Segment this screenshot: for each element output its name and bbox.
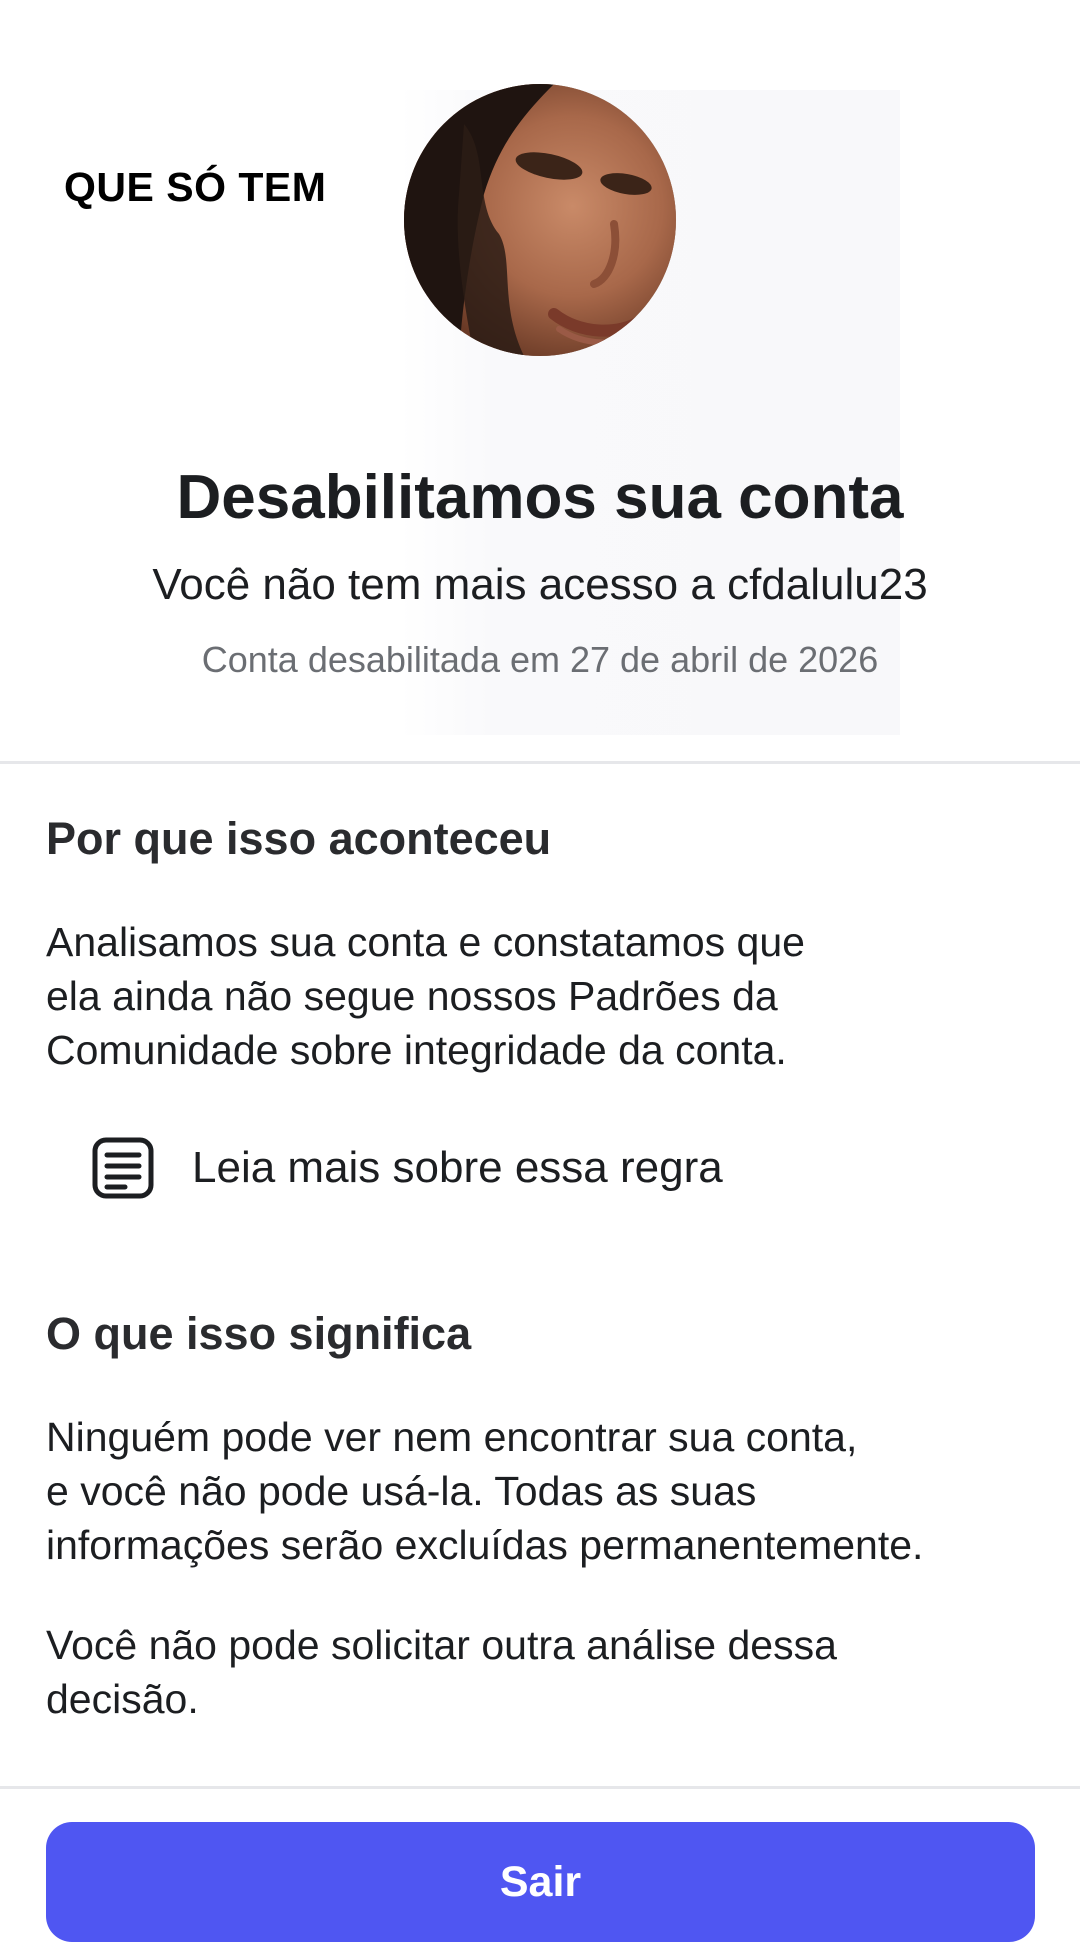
avatar [404,84,676,356]
review-notice-line: Você não pode solicitar outra análise de… [46,1622,837,1668]
disabled-date: Conta desabilitada em 27 de abril de 202… [201,639,879,680]
why-explanation-line: ela ainda não segue nossos Padrões da [46,973,778,1019]
account-status-header: QUE SÓ TEM Desabilitamos sua conta Você … [0,0,1080,760]
meaning-explanation-line: e você não pode usá-la. Todas as suas [46,1468,757,1514]
meaning-explanation-line: Ninguém pode ver nem encontrar sua conta… [46,1414,858,1460]
why-explanation-line: Comunidade sobre integridade da conta. [46,1027,787,1073]
why-explanation-line: Analisamos sua conta e constatamos que [46,919,805,965]
why-heading: Por que isso aconteceu [46,813,552,864]
read-more-rule-label[interactable]: Leia mais sobre essa regra [192,1143,723,1193]
read-more-rule-link[interactable]: Leia mais sobre essa regra [90,1132,723,1204]
page-title: Desabilitamos sua conta [176,463,904,532]
meaning-heading: O que isso significa [46,1308,472,1359]
review-notice-line: decisão. [46,1676,199,1722]
meaning-explanation-line: informações serão excluídas permanenteme… [46,1522,924,1568]
review-notice: Você não pode solicitar outra análise de… [46,1618,1056,1726]
meaning-explanation: Ninguém pode ver nem encontrar sua conta… [46,1410,1056,1572]
footer-divider [0,1786,1080,1789]
overlay-caption: QUE SÓ TEM [64,164,327,210]
document-icon [90,1135,156,1201]
why-explanation: Analisamos sua conta e constatamos que e… [46,915,1056,1077]
section-divider [0,761,1080,764]
account-access-message: Você não tem mais acesso a cfdalulu23 [152,560,928,609]
exit-button[interactable]: Sair [46,1822,1035,1942]
